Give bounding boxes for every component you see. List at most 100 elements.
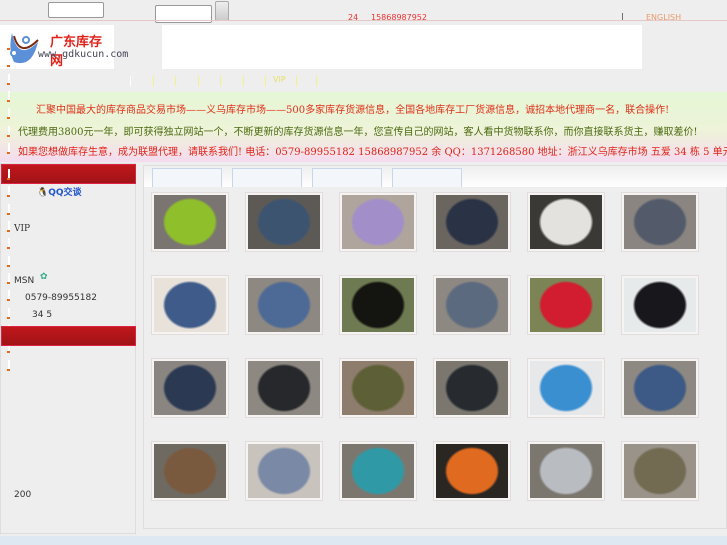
nav-item[interactable] <box>153 76 154 86</box>
product-image <box>624 278 696 332</box>
logo-mark-icon <box>10 33 39 64</box>
nav-item[interactable] <box>220 76 221 86</box>
nav-item[interactable] <box>243 76 244 86</box>
bullet-icon <box>7 299 10 301</box>
nav-vip[interactable]: VIP <box>273 75 286 84</box>
product-image <box>436 195 508 249</box>
product-thumbnail[interactable] <box>151 275 229 335</box>
nav-item[interactable] <box>175 76 176 86</box>
bullet-icon <box>7 247 10 249</box>
product-image <box>530 361 602 415</box>
product-image <box>342 195 414 249</box>
product-thumbnail[interactable] <box>621 192 699 252</box>
product-thumbnail[interactable] <box>433 358 511 418</box>
product-image <box>248 195 320 249</box>
product-thumbnail[interactable] <box>245 358 323 418</box>
bullet-icon <box>7 265 10 267</box>
product-thumbnail[interactable] <box>151 441 229 501</box>
product-thumbnail[interactable] <box>245 441 323 501</box>
product-image <box>530 278 602 332</box>
tab-4[interactable] <box>392 168 462 187</box>
product-image <box>624 195 696 249</box>
product-image <box>342 444 414 498</box>
header-divider-line <box>0 20 727 21</box>
bullet-icon <box>7 213 10 215</box>
product-thumbnail[interactable] <box>433 441 511 501</box>
bullet-icon <box>7 83 10 85</box>
product-thumbnail[interactable] <box>339 441 417 501</box>
product-image <box>624 361 696 415</box>
product-thumbnail[interactable] <box>339 358 417 418</box>
product-thumbnail[interactable] <box>245 192 323 252</box>
bullet-icon <box>7 369 10 371</box>
product-thumbnail[interactable] <box>339 192 417 252</box>
sidebar: 🐧QQ交谈 VIP MSN ✿ 0579-89955182 34 5 200 <box>0 39 136 534</box>
product-image <box>248 361 320 415</box>
product-thumbnail[interactable] <box>621 358 699 418</box>
site-logo[interactable]: 广东库存网 www.gdkucun.com <box>0 25 128 69</box>
bullet-icon <box>7 117 10 119</box>
tab-2[interactable] <box>232 168 302 187</box>
product-thumbnail[interactable] <box>151 192 229 252</box>
banner-area <box>162 25 642 69</box>
product-thumbnail[interactable] <box>151 358 229 418</box>
bottom-bar <box>0 536 727 545</box>
nav-item[interactable] <box>198 76 199 86</box>
sidebar-count: 200 <box>14 490 32 500</box>
bullet-icon <box>7 351 10 353</box>
username-input[interactable] <box>48 2 104 18</box>
product-image <box>154 444 226 498</box>
msn-icon[interactable]: ✿ <box>40 272 48 282</box>
promo-line-3: 如果您想做库存生意，成为联盟代理，请联系我们! 电话：0579-89955182… <box>18 147 727 158</box>
product-thumbnail[interactable] <box>527 275 605 335</box>
bullet-icon <box>7 282 10 284</box>
product-image <box>436 444 508 498</box>
login-button[interactable] <box>215 1 229 21</box>
promo-line-2: 代理费用3800元一年，即可获得独立网站一个，不断更新的库存货源信息一年，您宣传… <box>18 127 698 138</box>
bullet-icon <box>7 100 10 102</box>
logo-url: www.gdkucun.com <box>38 49 129 60</box>
promo-line-1: 汇聚中国最大的库存商品交易市场——义乌库存市场——500多家库存货源信息，全国各… <box>36 105 670 116</box>
product-thumbnail[interactable] <box>621 275 699 335</box>
product-thumbnail[interactable] <box>527 358 605 418</box>
product-thumbnail[interactable] <box>245 275 323 335</box>
bullet-icon <box>7 48 10 50</box>
product-thumbnail[interactable] <box>339 275 417 335</box>
product-thumbnail[interactable] <box>433 275 511 335</box>
sidebar-header-categories <box>1 326 136 346</box>
product-image <box>248 278 320 332</box>
bullet-icon <box>7 65 10 67</box>
qq-chat-button[interactable]: 🐧QQ交谈 <box>37 185 82 198</box>
tab-3[interactable] <box>312 168 382 187</box>
product-image <box>530 195 602 249</box>
sidebar-header-contact <box>1 164 136 184</box>
bullet-icon <box>7 230 10 232</box>
product-image <box>248 444 320 498</box>
product-thumbnail[interactable] <box>527 441 605 501</box>
product-image <box>436 278 508 332</box>
sidebar-msn: MSN <box>14 276 35 286</box>
bullet-icon <box>7 152 10 154</box>
product-image <box>154 195 226 249</box>
product-image <box>342 361 414 415</box>
bullet-icon <box>7 178 10 180</box>
product-image <box>530 444 602 498</box>
product-image <box>154 278 226 332</box>
bullet-icon <box>7 317 10 319</box>
sidebar-address: 34 5 <box>32 310 53 320</box>
product-image <box>154 361 226 415</box>
product-thumbnail[interactable] <box>433 192 511 252</box>
bullet-icon <box>7 195 10 197</box>
sidebar-phone: 0579-89955182 <box>25 293 97 303</box>
product-image <box>342 278 414 332</box>
tab-1[interactable] <box>152 168 222 187</box>
nav-item[interactable] <box>265 76 266 86</box>
product-thumbnail[interactable] <box>621 441 699 501</box>
product-image <box>436 361 508 415</box>
product-image <box>624 444 696 498</box>
sidebar-vip: VIP <box>14 224 31 234</box>
qq-penguin-icon: 🐧 <box>37 188 49 198</box>
product-thumbnail[interactable] <box>527 192 605 252</box>
promo-banner: 汇聚中国最大的库存商品交易市场——义乌库存市场——500多家库存货源信息，全国各… <box>0 92 727 162</box>
bullet-icon <box>7 135 10 137</box>
